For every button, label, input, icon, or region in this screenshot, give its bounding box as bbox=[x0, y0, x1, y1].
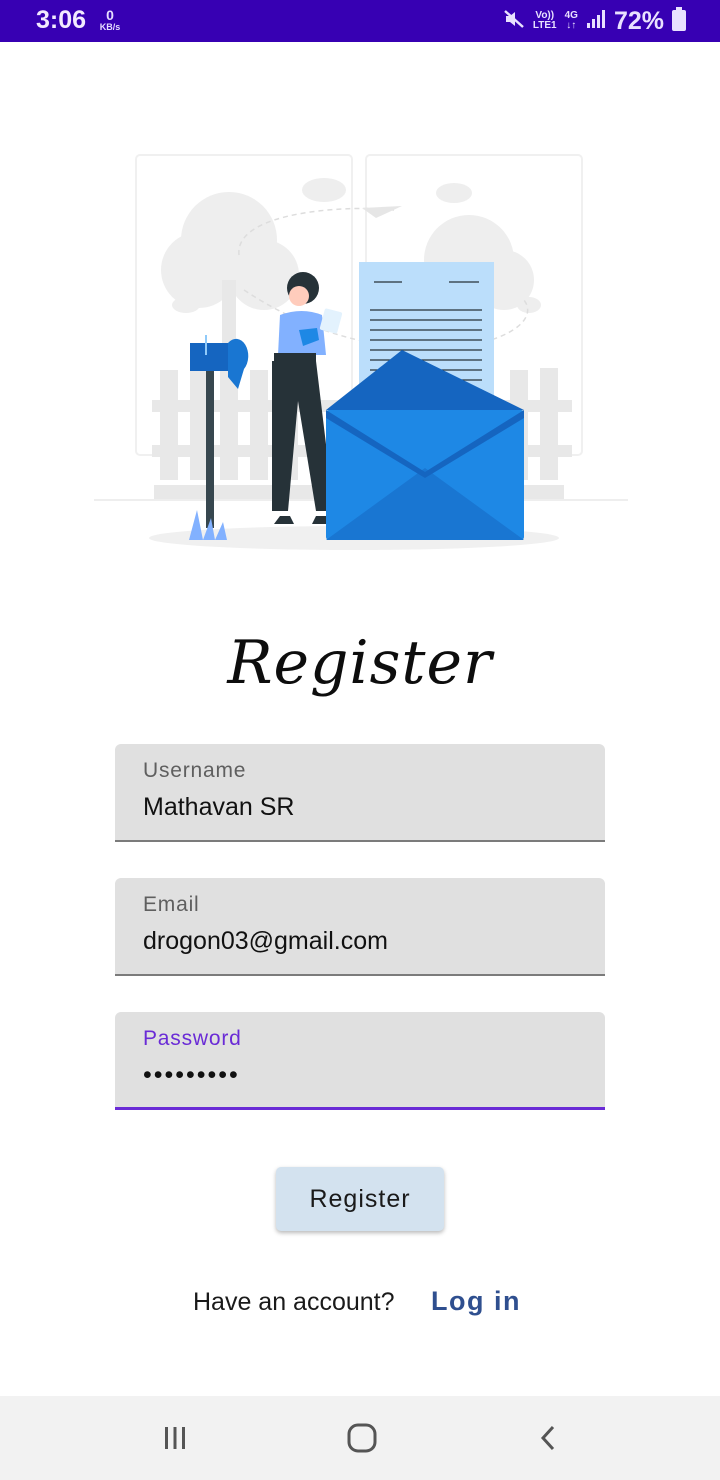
username-input[interactable] bbox=[143, 790, 583, 824]
status-time: 3:06 bbox=[36, 6, 87, 34]
password-input[interactable] bbox=[143, 1058, 583, 1092]
signal-icon bbox=[586, 8, 606, 35]
register-button[interactable]: Register bbox=[276, 1167, 444, 1231]
home-icon[interactable] bbox=[340, 1418, 384, 1458]
lte-label: LTE1 bbox=[532, 20, 557, 31]
battery-percent: 72% bbox=[613, 6, 664, 35]
battery-icon bbox=[672, 6, 686, 36]
data-arrows-icon: ↓↑ bbox=[566, 20, 577, 31]
username-field[interactable]: Username bbox=[115, 744, 605, 842]
status-icons: Vo)) LTE1 4G ↓↑ 72% bbox=[503, 6, 686, 36]
have-account-text: Have an account? bbox=[193, 1288, 395, 1316]
net-speed-value: 0 bbox=[106, 7, 114, 23]
username-label: Username bbox=[143, 759, 247, 782]
back-icon[interactable] bbox=[527, 1418, 571, 1458]
login-link[interactable]: Log in bbox=[431, 1286, 521, 1317]
net-speed-unit: KB/s bbox=[99, 22, 121, 32]
volte-indicator: Vo)) LTE1 bbox=[533, 11, 557, 31]
email-input[interactable] bbox=[143, 924, 583, 958]
status-bar: 3:06 0 KB/s Vo)) LTE1 4G ↓↑ 72% bbox=[0, 0, 720, 42]
network-indicator: 4G ↓↑ bbox=[565, 11, 578, 31]
mute-icon bbox=[503, 8, 525, 35]
navigation-bar bbox=[0, 1396, 720, 1480]
net-speed: 0 KB/s bbox=[96, 8, 124, 32]
recents-icon[interactable] bbox=[153, 1418, 197, 1458]
password-label: Password bbox=[143, 1027, 242, 1050]
register-illustration bbox=[94, 150, 628, 555]
email-field[interactable]: Email bbox=[115, 878, 605, 976]
password-field[interactable]: Password bbox=[115, 1012, 605, 1110]
email-label: Email bbox=[143, 893, 200, 916]
page-title: Register bbox=[227, 628, 493, 698]
